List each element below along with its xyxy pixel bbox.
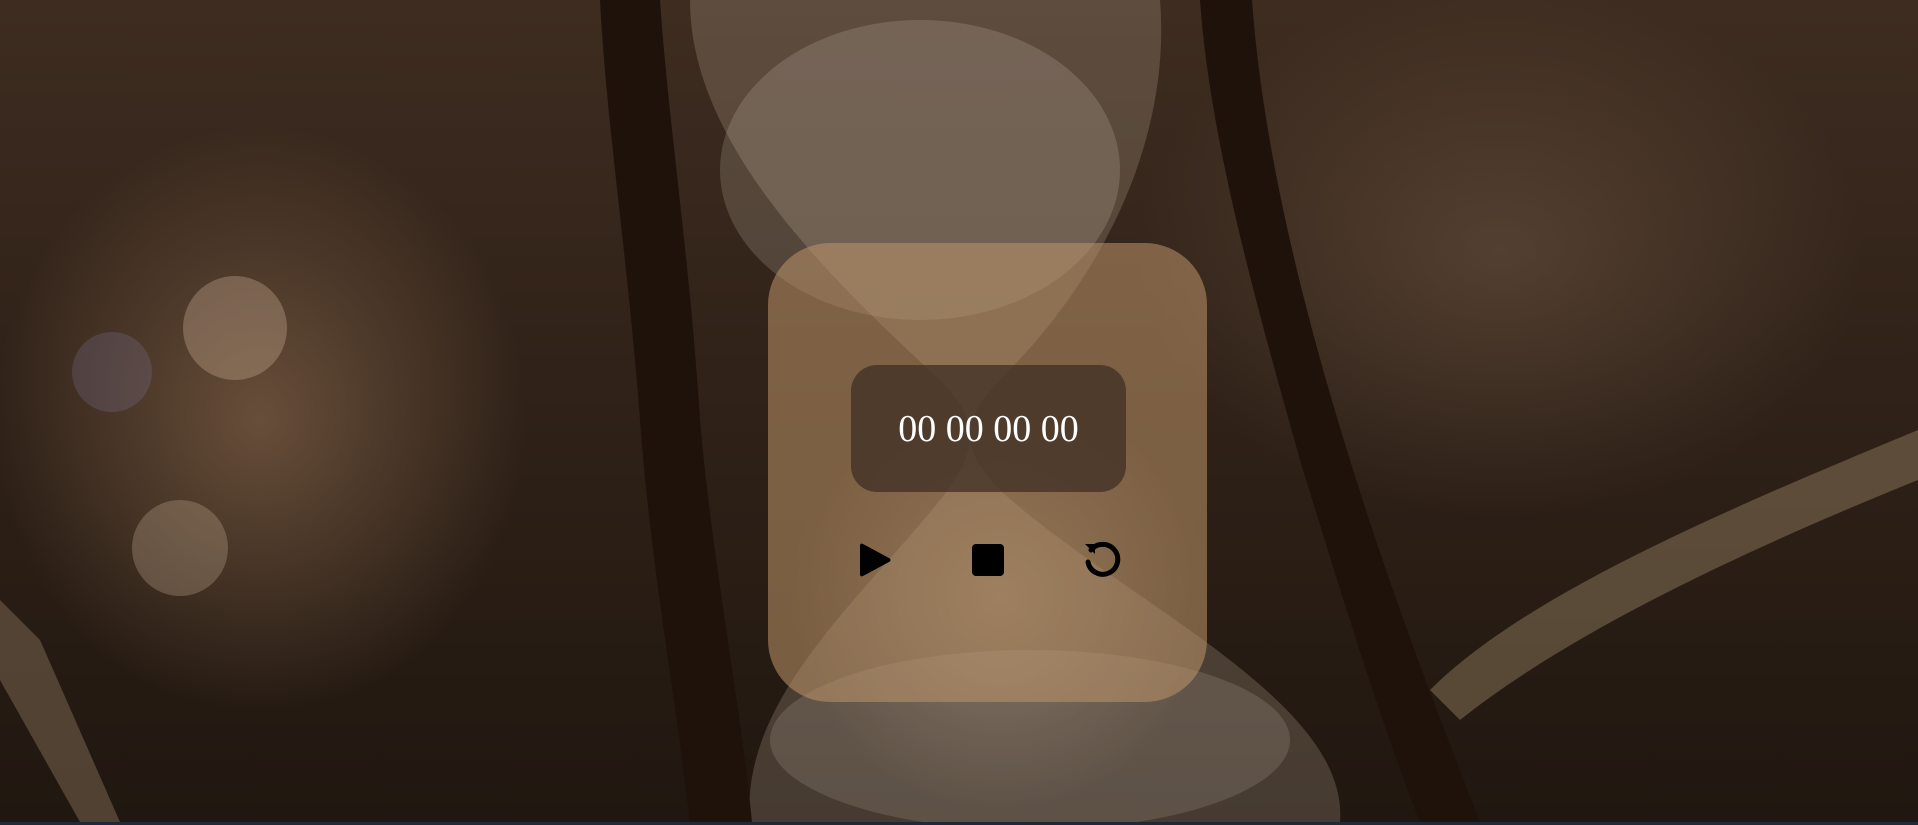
timer-controls — [768, 535, 1207, 585]
time-readout: 00 00 00 00 — [898, 407, 1079, 450]
stop-button[interactable] — [963, 535, 1013, 585]
reset-icon — [1085, 541, 1121, 577]
reset-button[interactable] — [1078, 535, 1128, 585]
timer-card: 00 00 00 00 — [768, 243, 1207, 702]
play-button[interactable] — [850, 535, 900, 585]
time-display: 00 00 00 00 — [851, 365, 1126, 492]
stop-icon — [972, 544, 1004, 576]
play-icon — [860, 543, 891, 577]
